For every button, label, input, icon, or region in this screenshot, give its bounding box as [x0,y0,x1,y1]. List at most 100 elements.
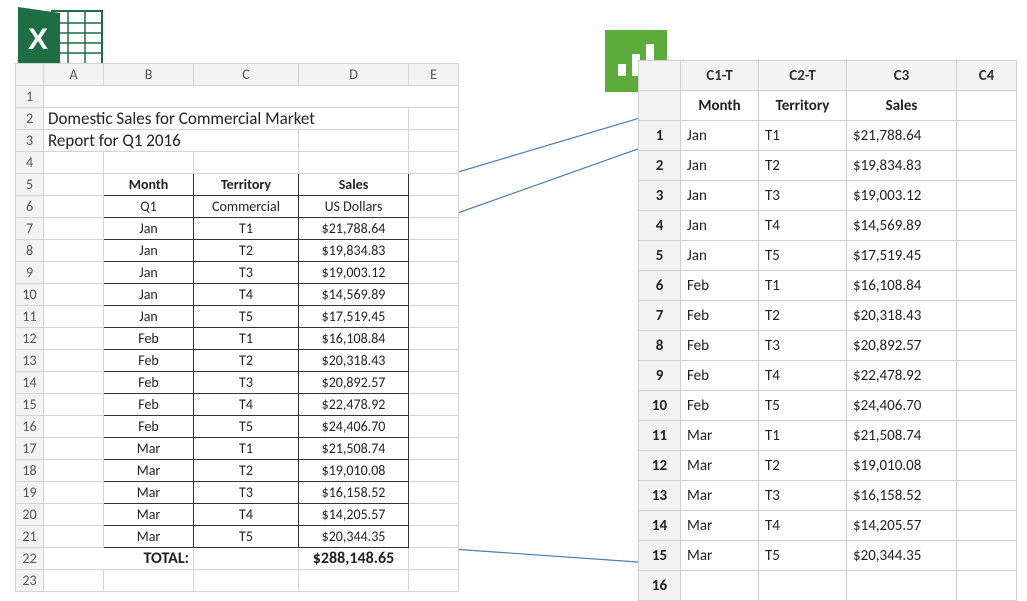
corner-cell[interactable] [639,61,681,91]
row-header[interactable]: 20 [16,504,44,526]
cell-month[interactable]: Feb [104,416,194,438]
cell-sales[interactable]: $21,508.74 [299,438,409,460]
cell[interactable] [409,460,459,482]
table-row[interactable]: 7JanT1$21,788.64 [16,218,459,240]
cell[interactable] [957,511,1017,541]
cell[interactable] [44,570,104,592]
cell-month[interactable]: Mar [681,451,759,481]
cell-territory[interactable]: T4 [759,361,847,391]
cell-territory[interactable]: T1 [759,271,847,301]
row-header[interactable]: 6 [639,271,681,301]
row-header[interactable]: 18 [16,460,44,482]
cell-sales[interactable]: $14,205.57 [299,504,409,526]
subtitle-cell[interactable]: Report for Q1 2016 [44,130,299,152]
col-header[interactable]: C3 [847,61,957,91]
col-header[interactable]: E [409,64,459,86]
cell-month[interactable]: Mar [104,438,194,460]
cell[interactable] [44,482,104,504]
header-month[interactable]: Month [104,174,194,196]
row-header[interactable]: 15 [639,541,681,571]
table-row[interactable]: 21MarT5$20,344.35 [16,526,459,548]
cell-month[interactable]: Jan [681,151,759,181]
table-row[interactable]: 10FebT5$24,406.70 [639,391,1017,421]
row-header[interactable]: 7 [639,301,681,331]
cell[interactable] [957,241,1017,271]
cell-sales[interactable]: $20,892.57 [847,331,957,361]
row-header[interactable]: 14 [639,511,681,541]
table-row[interactable]: 12FebT1$16,108.84 [16,328,459,350]
cell-territory[interactable]: T5 [194,306,299,328]
table-row[interactable]: 13MarT3$16,158.52 [639,481,1017,511]
cell[interactable] [104,152,194,174]
col-header[interactable]: C1-T [681,61,759,91]
cell-territory[interactable]: T3 [759,481,847,511]
cell-sales[interactable]: $21,788.64 [847,121,957,151]
cell-territory[interactable]: T4 [194,394,299,416]
cell[interactable] [957,331,1017,361]
cell-sales[interactable]: $21,508.74 [847,421,957,451]
table-row[interactable]: 14FebT3$20,892.57 [16,372,459,394]
table-row[interactable]: 4JanT4$14,569.89 [639,211,1017,241]
table-row[interactable]: 12MarT2$19,010.08 [639,451,1017,481]
table-row[interactable]: 11JanT5$17,519.45 [16,306,459,328]
row-header[interactable]: 1 [639,121,681,151]
cell-month[interactable]: Feb [681,361,759,391]
cell-month[interactable]: Mar [104,504,194,526]
row-header[interactable]: 1 [16,86,44,108]
subheader-territory[interactable]: Territory [759,91,847,121]
header-sales[interactable]: Sales [299,174,409,196]
cell-sales[interactable]: $20,318.43 [847,301,957,331]
row-header[interactable]: 8 [16,240,44,262]
cell-month[interactable]: Mar [104,460,194,482]
cell-territory[interactable]: T5 [759,541,847,571]
cell-month[interactable]: Feb [104,328,194,350]
total-label[interactable]: TOTAL: [44,548,194,570]
row-header[interactable]: 12 [639,451,681,481]
row-header[interactable]: 5 [16,174,44,196]
cell-territory[interactable]: T2 [759,451,847,481]
cell[interactable] [957,541,1017,571]
cell-territory[interactable]: T1 [194,438,299,460]
cell-territory[interactable]: T4 [759,211,847,241]
excel-table[interactable]: A B C D E 1 2Domestic Sales for Commerci… [15,63,459,592]
cell-sales[interactable]: $22,478.92 [847,361,957,391]
cell-month[interactable]: Jan [104,284,194,306]
cell-month[interactable]: Mar [104,526,194,548]
cell[interactable] [409,196,459,218]
cell-territory[interactable]: T5 [194,416,299,438]
cell[interactable] [44,262,104,284]
cell[interactable] [44,350,104,372]
row-header[interactable]: 21 [16,526,44,548]
cell[interactable] [194,570,299,592]
cell-sales[interactable]: $14,205.57 [847,511,957,541]
cell-sales[interactable]: $16,158.52 [299,482,409,504]
cell[interactable] [957,481,1017,511]
cell-month[interactable]: Feb [681,271,759,301]
cell-territory[interactable]: T1 [194,328,299,350]
cell-month[interactable]: Jan [681,121,759,151]
corner-cell[interactable] [16,64,44,86]
row-header[interactable]: 16 [639,571,681,601]
cell[interactable] [957,361,1017,391]
row-header[interactable]: 15 [16,394,44,416]
row-header[interactable]: 14 [16,372,44,394]
cell[interactable] [44,196,104,218]
cell-month[interactable]: Jan [104,240,194,262]
cell-territory[interactable]: T1 [759,121,847,151]
subheader-q[interactable]: Q1 [104,196,194,218]
cell[interactable] [44,86,459,108]
total-value[interactable]: $288,148.65 [299,548,409,570]
cell-month[interactable]: Jan [104,306,194,328]
row-header[interactable]: 19 [16,482,44,504]
cell[interactable] [409,306,459,328]
cell-month[interactable]: Jan [681,211,759,241]
cell[interactable] [409,526,459,548]
cell[interactable] [44,504,104,526]
cell-sales[interactable]: $17,519.45 [847,241,957,271]
table-row[interactable]: 20MarT4$14,205.57 [16,504,459,526]
table-row[interactable]: 1JanT1$21,788.64 [639,121,1017,151]
cell-sales[interactable]: $19,010.08 [299,460,409,482]
row-header[interactable]: 5 [639,241,681,271]
cell-territory[interactable]: T1 [759,421,847,451]
table-row[interactable]: 16FebT5$24,406.70 [16,416,459,438]
